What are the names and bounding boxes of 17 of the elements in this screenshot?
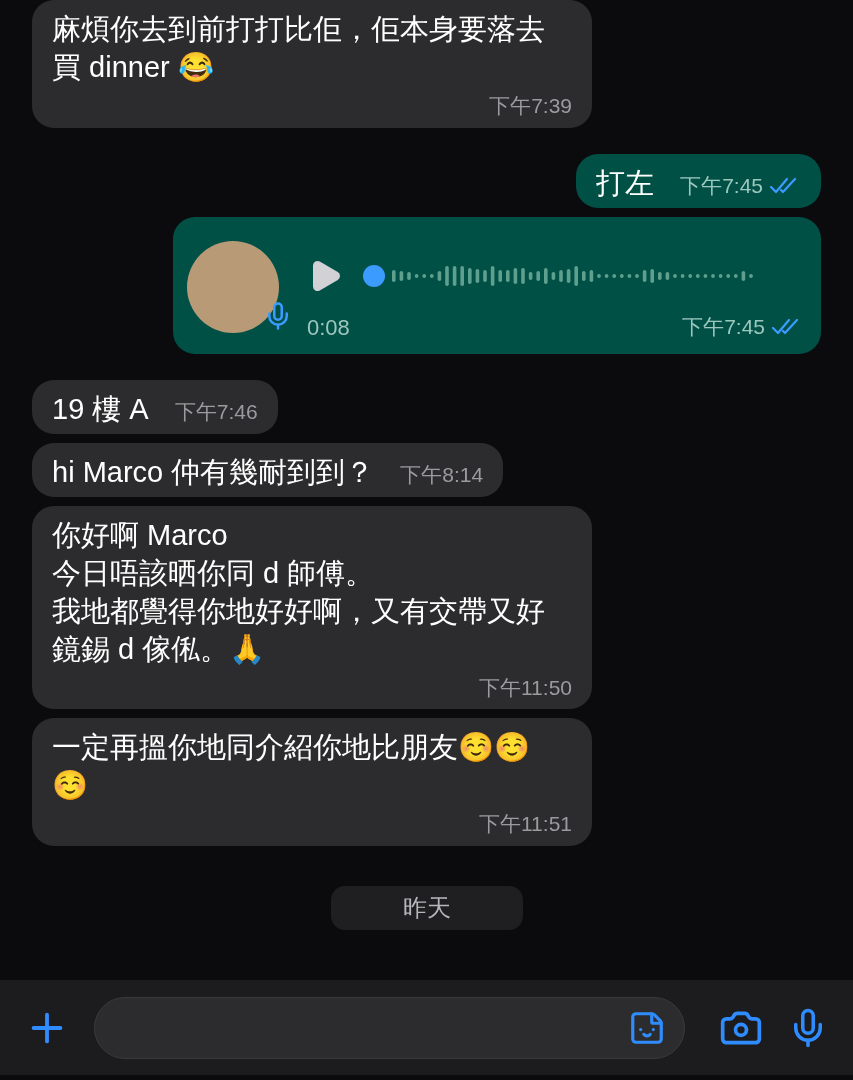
message-time: 下午7:39	[489, 93, 572, 119]
message-text: 打左	[596, 165, 655, 201]
message-time: 下午11:50	[479, 674, 572, 701]
message-time: 下午7:46	[174, 399, 258, 425]
message-text: 你好啊 Marco	[52, 517, 229, 553]
message-text: 麻煩你去到前打打比佢，佢本身要落去買 dinner 😂	[52, 12, 546, 85]
message-time: 下午7:45	[682, 314, 765, 341]
message-text: 我地都覺得你地好好啊，又有交帶又好鏡錫 d 傢俬。🙏	[52, 593, 546, 667]
message-time: 下午8:14	[400, 462, 484, 488]
message-text: 19 樓 A	[52, 391, 149, 427]
message-time: 下午11:51	[479, 811, 572, 837]
message-text: 今日唔該晒你同 d 師傅。	[52, 555, 376, 591]
message-time: 下午7:45	[680, 173, 763, 199]
message-text: hi Marco 仲有幾耐到到？	[52, 454, 375, 490]
message-text: 一定再搵你地同介紹你地比朋友☺☺☺	[52, 730, 531, 803]
date-divider: 昨天	[330, 885, 523, 930]
voice-duration: 0:08	[307, 313, 350, 342]
